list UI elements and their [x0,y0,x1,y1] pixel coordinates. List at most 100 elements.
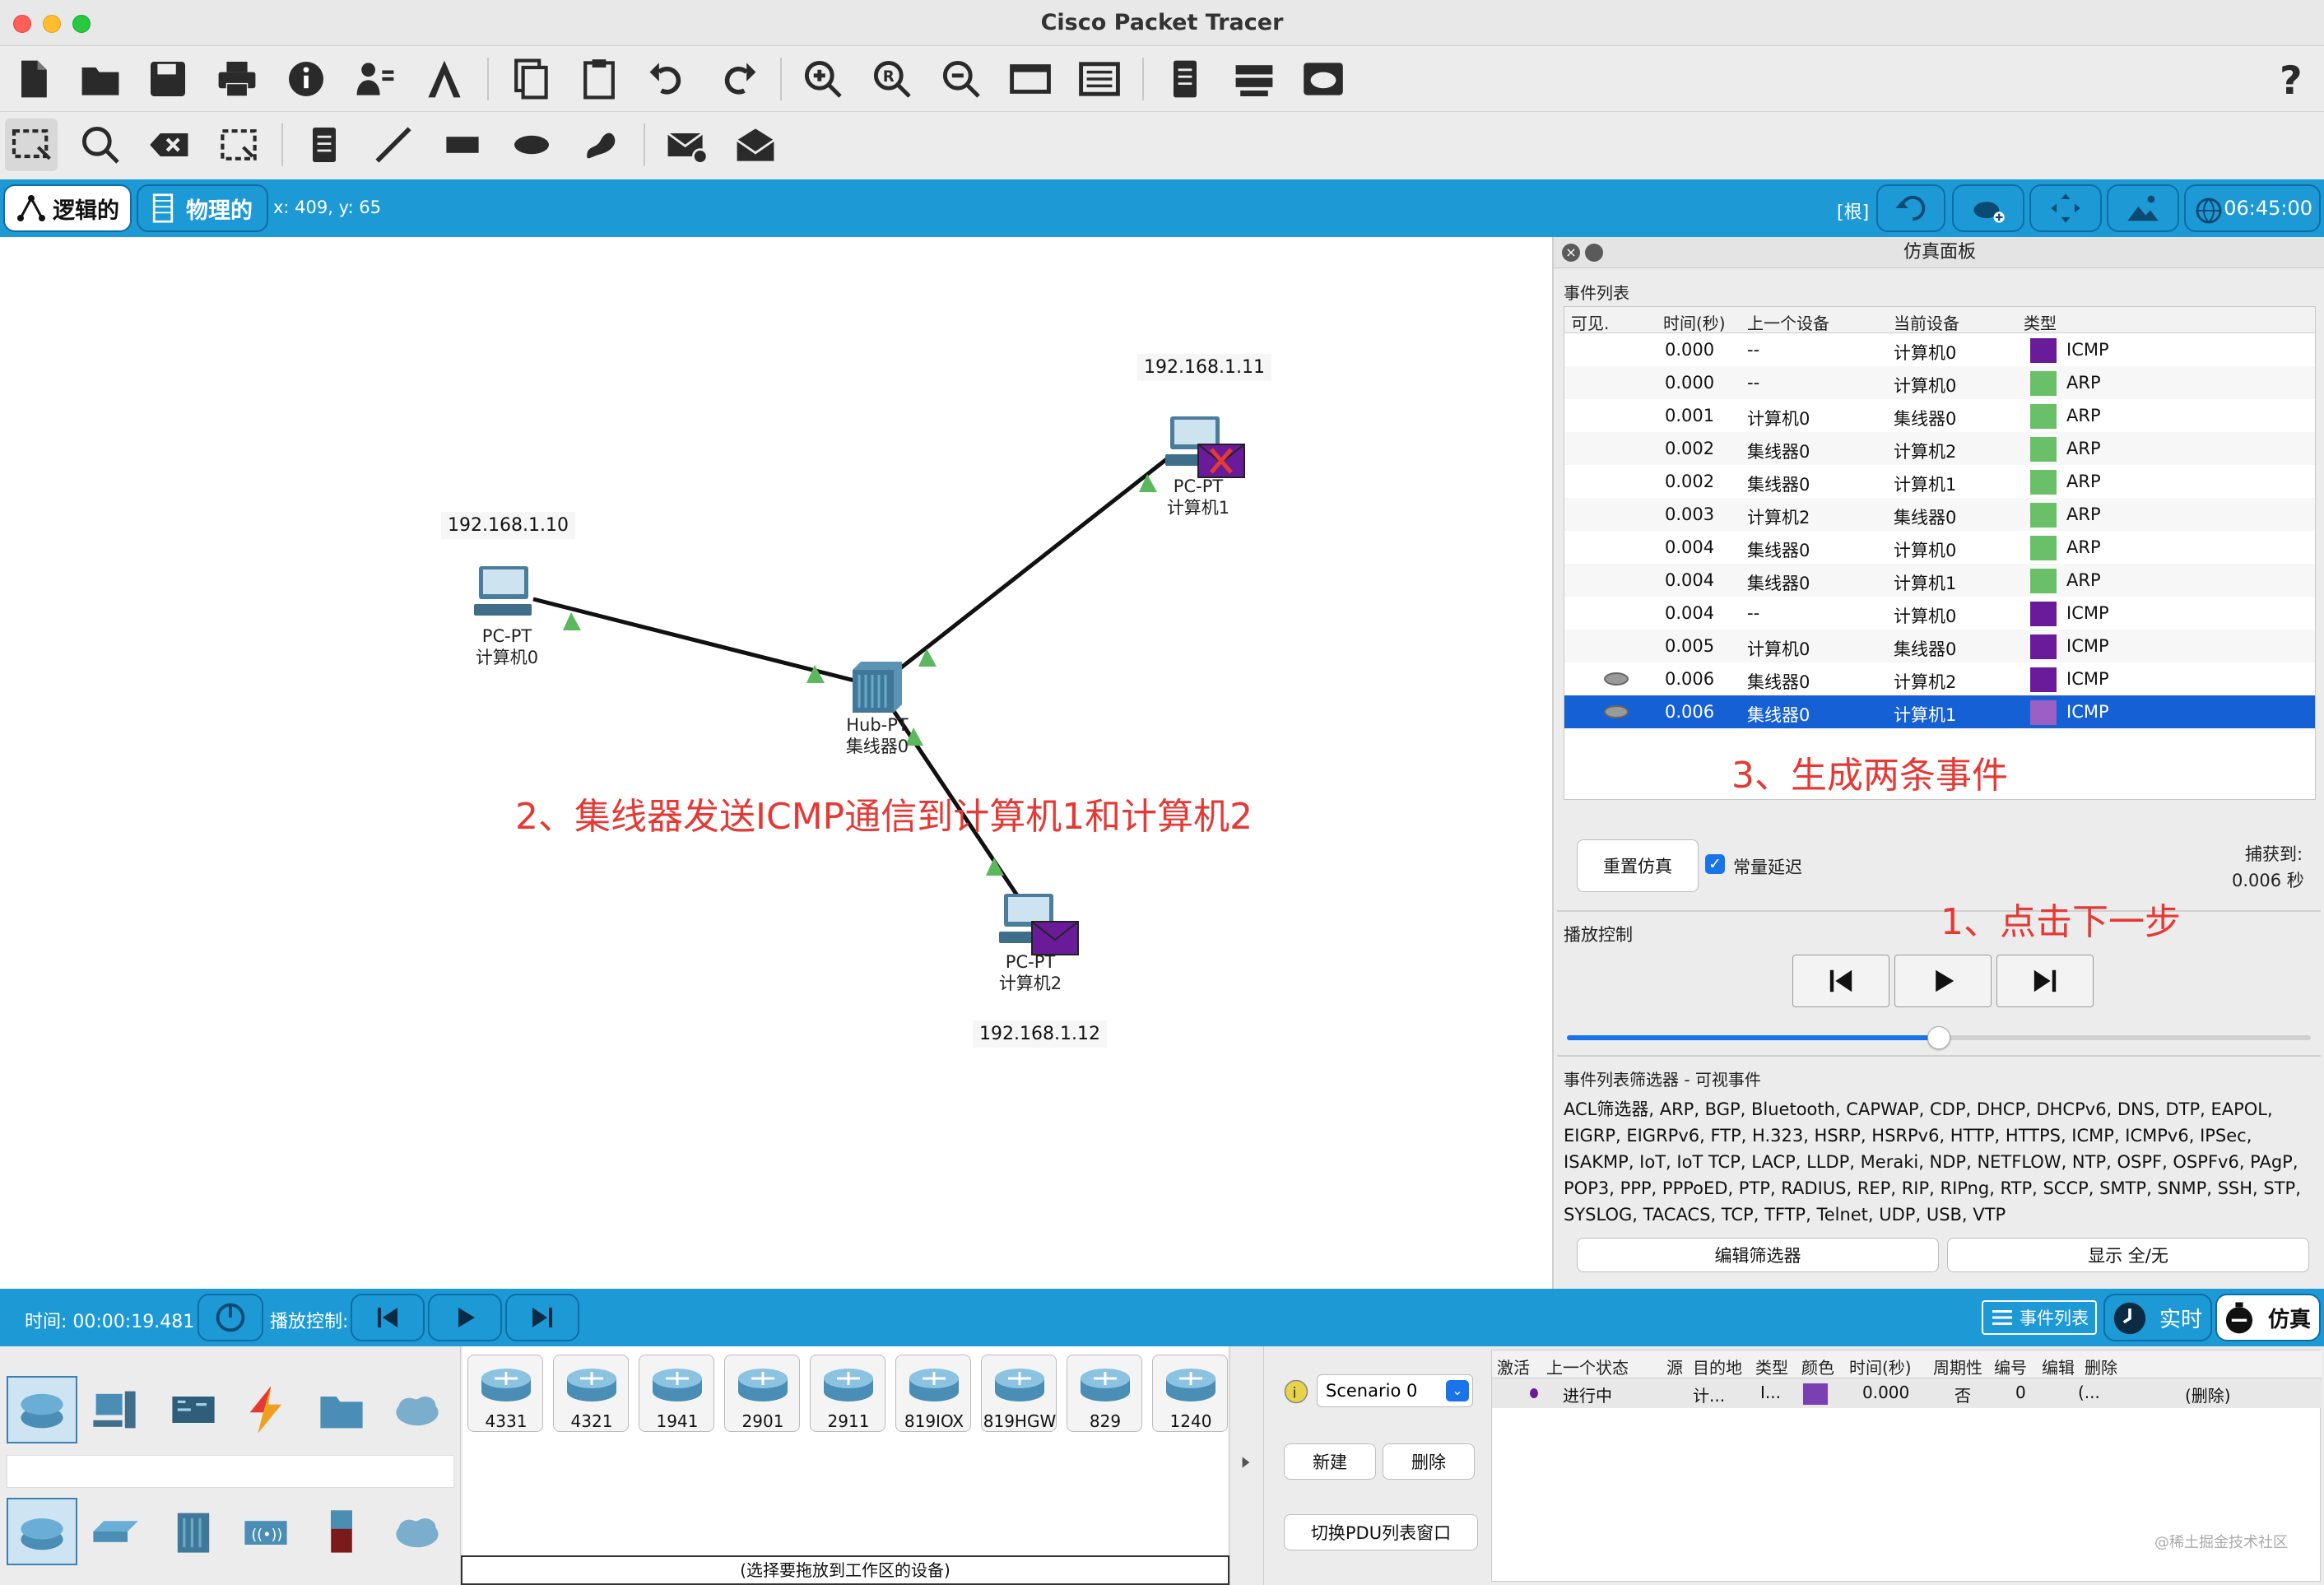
device-model-card[interactable]: 1941 [639,1355,714,1432]
pdu-row[interactable]: 进行中 计... I... 0.000 否 0 (... (删除) [1492,1378,2322,1408]
new-scenario-button[interactable]: 新建 [1284,1443,1376,1480]
place-note-icon[interactable] [298,119,351,171]
pdu-column-header[interactable]: 编辑 [2042,1355,2075,1378]
device-model-card[interactable]: 4321 [553,1355,629,1432]
tab-physical[interactable]: 物理的 [137,184,268,232]
pdu-column-header[interactable]: 激活 [1497,1355,1530,1378]
category-network-devices[interactable] [7,1376,77,1443]
slider-knob[interactable] [1927,1026,1950,1049]
realtime-mode-button[interactable]: 实时 [2103,1294,2212,1341]
device-model-card[interactable]: 2911 [810,1355,885,1432]
event-list-table[interactable]: 可见. 时间(秒) 上一个设备 当前设备 类型 0.000 -- 计算机0 ICMP 0… [1564,306,2316,800]
event-row[interactable]: 0.001 计算机0 集线器0 ARP [1564,399,2315,432]
link-pc1-hub[interactable] [876,456,1170,688]
zoom-out-icon[interactable] [935,53,988,105]
pdu-edit-button[interactable]: (... [2078,1383,2100,1402]
device-model-card[interactable]: 819HGW [981,1355,1057,1432]
event-row[interactable]: 0.000 -- 计算机0 ICMP [1564,333,2315,366]
close-panel-icon[interactable]: × [1562,244,1580,262]
active-indicator-icon[interactable] [1530,1388,1538,1398]
activity-wizard-icon[interactable] [349,53,402,105]
subcategory-wireless[interactable]: ((•)) [230,1498,301,1565]
paste-icon[interactable] [573,53,625,105]
show-all-none-button[interactable]: 显示 全/无 [1947,1238,2309,1272]
draw-ellipse-icon[interactable] [505,119,558,171]
float-panel-icon[interactable] [1585,244,1603,262]
pdu-column-header[interactable]: 类型 [1755,1355,1788,1378]
reset-simulation-button[interactable]: 重置仿真 [1577,839,1699,892]
edit-filters-button[interactable]: 编辑筛选器 [1577,1238,1939,1272]
toggle-pdu-list-button[interactable]: 切换PDU列表窗口 [1284,1514,1478,1550]
info-icon[interactable] [280,53,332,105]
ip-note-pc2[interactable]: 192.168.1.12 [973,1020,1107,1048]
pdu-delete-button[interactable]: (删除) [2185,1383,2231,1406]
pdu-column-header[interactable]: 颜色 [1801,1355,1834,1378]
pdu-column-header[interactable]: 周期性 [1933,1355,1982,1378]
pdu-column-header[interactable]: 编号 [1994,1355,2027,1378]
simulation-mode-button[interactable]: 仿真 [2215,1294,2321,1341]
add-simple-pdu-icon[interactable] [660,119,713,171]
new-file-icon[interactable] [7,53,59,105]
col-last-device[interactable]: 上一个设备 [1747,310,1829,334]
print-icon[interactable] [211,53,263,105]
category-connections[interactable] [230,1376,301,1443]
inspect-icon[interactable] [74,119,127,171]
ip-note-pc1[interactable]: 192.168.1.11 [1137,354,1271,381]
event-row[interactable]: 0.002 集线器0 计算机1 ARP [1564,465,2315,498]
category-components[interactable] [158,1376,229,1443]
event-row[interactable]: 0.005 计算机0 集线器0 ICMP [1564,630,2315,662]
col-type[interactable]: 类型 [2024,310,2057,334]
draw-rectangle-icon[interactable] [436,119,489,171]
pdu-column-header[interactable]: 删除 [2085,1355,2117,1378]
save-icon[interactable] [142,53,194,105]
device-model-card[interactable]: 1240 [1152,1355,1228,1432]
palette-expander[interactable] [1229,1346,1264,1585]
select-tool-icon[interactable] [5,119,58,171]
ip-note-pc0[interactable]: 192.168.1.10 [441,512,575,539]
device-model-card[interactable]: 829 [1067,1355,1142,1432]
category-multiuser[interactable] [382,1376,453,1443]
drawing-palette-icon[interactable] [1004,53,1057,105]
add-complex-pdu-icon[interactable] [729,119,782,171]
const-delay-checkbox[interactable]: ✓ [1705,854,1725,874]
category-misc[interactable] [306,1376,377,1443]
scenario-select[interactable]: Scenario 0 ⌄ [1317,1374,1473,1407]
delete-scenario-button[interactable]: 删除 [1383,1443,1475,1480]
clock-button[interactable]: 06:45:00 [2184,184,2321,232]
subcategory-routers[interactable] [7,1498,77,1565]
pdu-column-header[interactable]: 源 [1666,1355,1683,1378]
bb-step-forward-button[interactable] [505,1294,579,1341]
device-model-card[interactable]: 2901 [724,1355,800,1432]
event-row[interactable]: 0.003 计算机2 集线器0 ARP [1564,498,2315,531]
eye-icon[interactable] [1604,672,1629,686]
custom-device-dialog-icon[interactable] [1073,53,1126,105]
event-row[interactable]: 0.000 -- 计算机0 ARP [1564,366,2315,399]
bb-step-back-button[interactable] [351,1294,425,1341]
category-end-devices[interactable] [79,1376,150,1443]
link-pc0-hub[interactable] [532,597,878,689]
pc-icon[interactable] [471,565,540,621]
subcategory-switches[interactable] [79,1498,150,1565]
pdu-column-header[interactable]: 目的地 [1693,1355,1742,1378]
open-folder-icon[interactable] [74,53,127,105]
copy-icon[interactable] [504,53,556,105]
event-row[interactable]: 0.004 集线器0 计算机0 ARP [1564,531,2315,564]
zoom-in-icon[interactable] [797,53,849,105]
bb-play-button[interactable] [428,1294,502,1341]
tab-logical[interactable]: 逻辑的 [3,184,132,232]
pdu-column-header[interactable]: 上一个状态 [1546,1355,1629,1378]
subcategory-security[interactable] [306,1498,377,1565]
event-row[interactable]: 0.002 集线器0 计算机2 ARP [1564,432,2315,465]
col-time[interactable]: 时间(秒) [1663,310,1726,334]
event-row[interactable]: 0.004 -- 计算机0 ICMP [1564,597,2315,630]
power-cycle-button[interactable] [198,1294,263,1341]
zoom-reset-icon[interactable]: R [866,53,918,105]
view-cloud-icon[interactable] [1297,53,1350,105]
logical-workspace[interactable]: PC-PT 计算机0 192.168.1.10 PC-PT 计算机1 192.168… [0,237,1552,1289]
pdu-column-header[interactable]: 时间(秒) [1849,1355,1912,1378]
undo-icon[interactable] [642,53,695,105]
step-back-button[interactable] [1792,955,1889,1007]
custom-device-icon[interactable] [418,53,471,105]
playback-speed-slider[interactable] [1567,1026,2311,1049]
step-forward-button[interactable] [1996,955,2094,1007]
